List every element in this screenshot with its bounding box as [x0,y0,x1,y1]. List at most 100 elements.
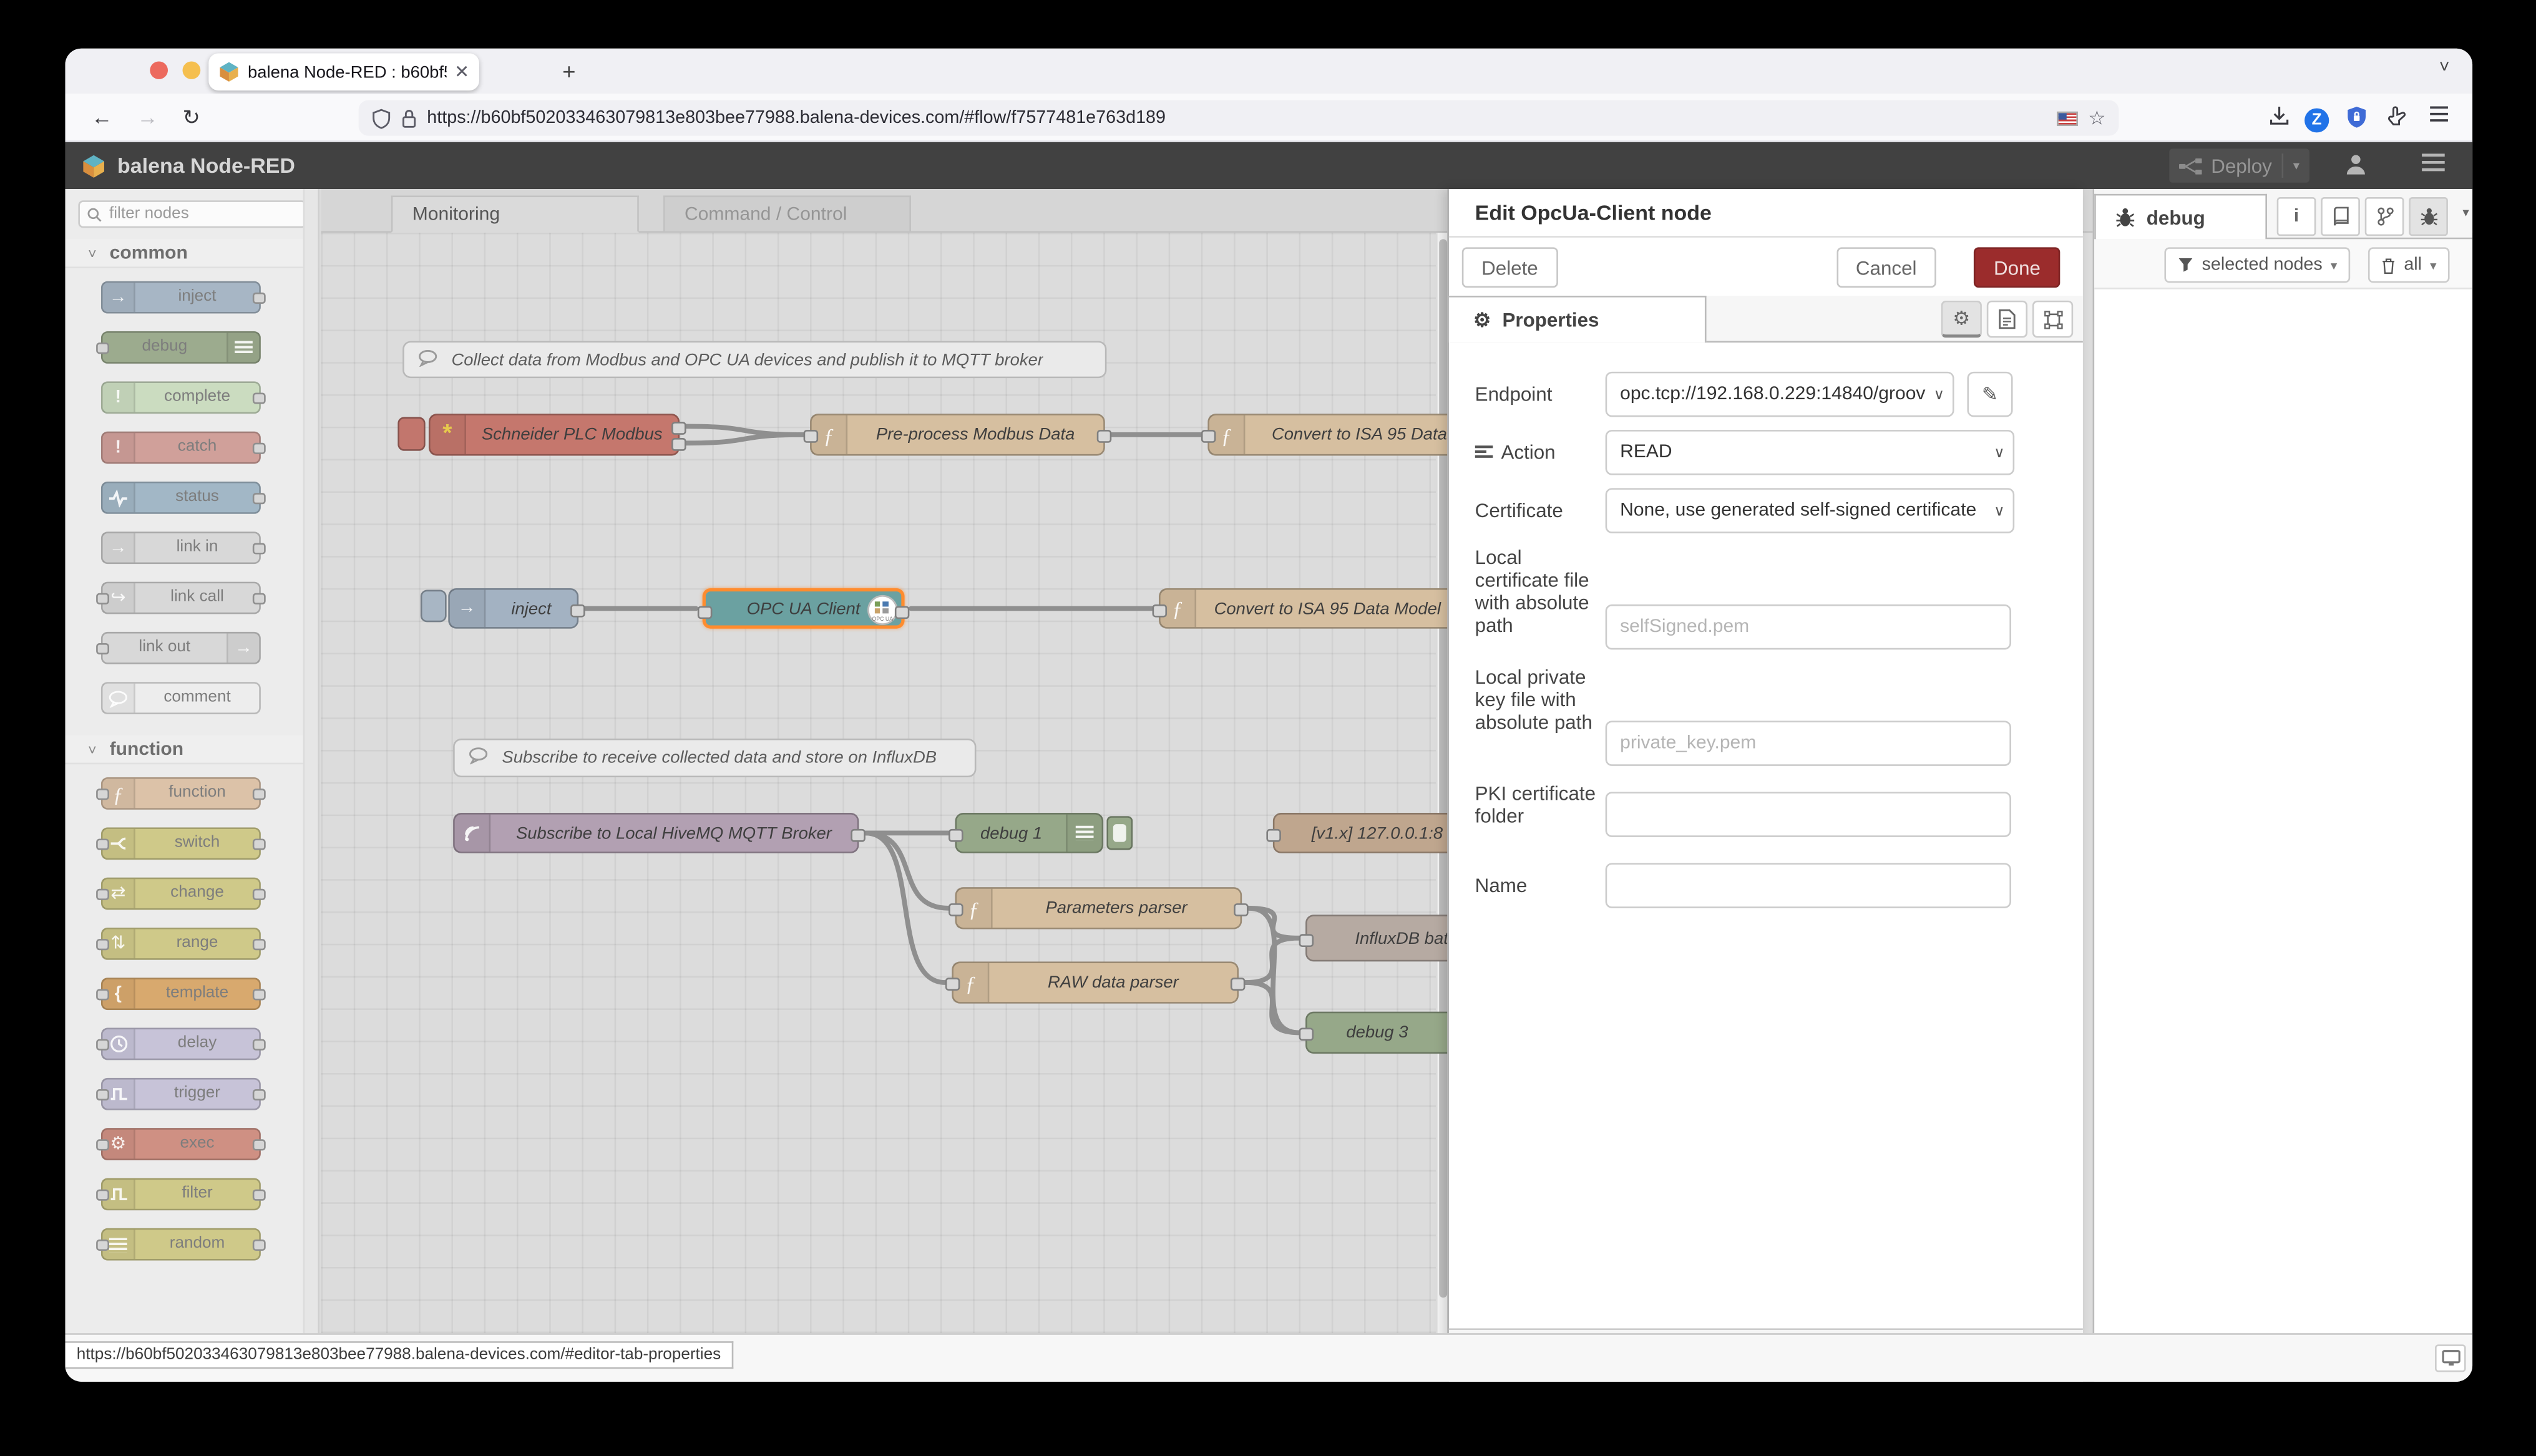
palette-filter[interactable]: filter nodes [78,200,307,228]
name-input[interactable] [1605,863,2011,908]
config-nodes-tab-button[interactable] [2364,197,2404,236]
palette-item-trigger[interactable]: trigger [96,1077,266,1110]
input-port[interactable] [1299,1027,1314,1041]
endpoint-select[interactable]: opc.tcp://192.168.0.229:14840/groov ∨ [1605,371,1954,417]
palette-item-function[interactable]: ƒ function [96,777,266,810]
flow-node-debug-3[interactable]: debug 3 [1299,1011,1449,1054]
input-port[interactable] [949,828,963,842]
flow-node-parameters-parser[interactable]: ƒ Parameters parser [949,887,1249,929]
delete-button[interactable]: Delete [1461,247,1558,288]
flow-node-subscribe-hivemq-broker[interactable]: Subscribe to Local HiveMQ MQTT Broker [453,813,866,853]
tab-command-control[interactable]: Command / Control [663,195,911,233]
palette-item-random[interactable]: random [96,1228,266,1261]
flow-node-influxdb-batch[interactable]: InfluxDB bat [1299,915,1449,962]
shield-icon[interactable] [371,107,391,129]
palette-item-delay[interactable]: delay [96,1027,266,1060]
flow-node-debug-1[interactable]: debug 1 [949,813,1104,853]
lock-icon[interactable] [401,107,417,129]
tab-list-chevron-icon[interactable]: ˅ [2439,58,2450,77]
description-view-button[interactable] [1986,300,2028,338]
flow-node-preprocess-modbus-data[interactable]: ƒ Pre-process Modbus Data [803,414,1112,456]
local-cert-input[interactable] [1605,604,2011,650]
output-port[interactable] [671,421,686,435]
deploy-chevron-icon[interactable]: ▾ [2293,158,2299,173]
back-button[interactable]: ← [91,105,112,129]
output-port[interactable] [1096,430,1112,443]
output-port[interactable] [894,605,910,618]
action-select[interactable]: READ ∨ [1605,430,2015,475]
palette-item-filter[interactable]: filter [96,1178,266,1211]
palette-item-template[interactable]: {template [96,978,266,1011]
palette-scrollbar[interactable] [303,189,318,1335]
url-bar[interactable]: https://b60bf502033463079813e803bee77988… [358,100,2119,136]
input-port[interactable] [1201,430,1216,443]
input-port[interactable] [1299,933,1314,946]
macos-close-button[interactable] [150,61,168,79]
flow-node-inject[interactable]: → inject [448,588,585,629]
palette-item-link-out[interactable]: link out → [96,631,261,664]
downloads-icon[interactable] [2269,105,2290,126]
properties-view-button[interactable]: ⚙ [1941,300,1982,338]
palette-item-switch[interactable]: switch [96,827,266,860]
flow-node-comment-collect[interactable]: Collect data from Modbus and OPC UA devi… [402,341,1107,379]
browser-tab[interactable]: balena Node-RED : b60bf5020 ✕ [208,53,479,91]
private-key-input[interactable] [1605,721,2011,766]
flow-node-modbus-status-box[interactable] [397,417,426,451]
flow-node-opc-ua-client[interactable]: OPC UA Client OPC UA [697,588,910,629]
input-port[interactable] [1152,603,1168,617]
edit-endpoint-button[interactable]: ✎ [1967,371,2013,417]
forward-button[interactable]: → [137,105,158,129]
tab-properties[interactable]: ⚙ Properties [1448,296,1707,343]
output-port[interactable] [671,438,686,452]
palette-item-link-call[interactable]: ↪ link call [96,581,266,614]
info-tab-button[interactable]: i [2276,197,2316,236]
output-port[interactable] [570,603,585,617]
input-port[interactable] [697,605,713,618]
flow-canvas[interactable]: Collect data from Modbus and OPC UA devi… [321,233,1449,1335]
input-port[interactable] [1266,828,1281,842]
macos-minimize-button[interactable] [182,61,201,79]
palette-item-debug[interactable]: debug [96,331,261,364]
certificate-select[interactable]: None, use generated self-signed certific… [1605,488,2015,533]
output-port[interactable] [1230,978,1246,991]
us-flag-icon[interactable] [2057,110,2079,125]
debug-filter-button[interactable]: selected nodes ▾ [2164,247,2351,283]
pki-folder-input[interactable] [1605,792,2011,837]
palette-item-inject[interactable]: → inject [100,281,266,314]
output-port[interactable] [851,828,866,842]
user-icon[interactable] [2344,152,2368,177]
flow-node-schneider-plc-modbus[interactable]: * Schneider PLC Modbus [428,414,686,456]
debug-enable-toggle[interactable] [1106,816,1133,850]
palette-item-exec[interactable]: ⚙ exec [96,1128,266,1160]
palette-item-change[interactable]: ⇄ change [96,877,266,910]
bookmark-star-icon[interactable]: ☆ [2088,107,2105,129]
palette-item-catch[interactable]: ! catch [100,431,266,464]
tab-debug[interactable]: debug [2094,193,2268,240]
flow-node-comment-subscribe[interactable]: Subscribe to receive collected data and … [453,738,977,778]
input-port[interactable] [949,903,963,916]
palette-item-link-in[interactable]: → link in [100,531,266,565]
deploy-button[interactable]: Deploy ▾ [2168,148,2309,183]
appearance-view-button[interactable] [2032,300,2074,338]
output-port[interactable] [1234,903,1249,916]
flow-node-raw-data-parser[interactable]: ƒ RAW data parser [945,961,1246,1004]
debug-tab-button[interactable] [2409,197,2448,236]
debug-clear-button[interactable]: all ▾ [2368,247,2450,283]
flow-node-inject-status-box[interactable] [420,590,447,623]
flow-node-convert-isa95-data-1[interactable]: ƒ Convert to ISA 95 Data I [1201,414,1449,456]
menu-hamburger-icon[interactable] [2429,105,2450,122]
device-view-button[interactable] [2435,1344,2466,1372]
tab-close-icon[interactable]: ✕ [454,61,469,82]
palette-item-complete[interactable]: ! complete [100,381,266,414]
palette-item-status[interactable]: status [100,481,266,514]
extension-z-icon[interactable]: Z [2304,105,2329,133]
main-menu-icon[interactable] [2421,152,2447,173]
input-port[interactable] [803,430,819,443]
help-tab-button[interactable] [2321,197,2360,236]
cancel-button[interactable]: Cancel [1836,247,1936,288]
palette-category-common[interactable]: ˅ common [65,239,318,269]
palette-item-range[interactable]: ⇅ range [96,927,266,960]
extension-password-icon[interactable] [2345,105,2368,129]
reload-button[interactable]: ↻ [183,105,200,130]
flow-node-mqtt-v1-127-0-0-1[interactable]: [v1.x] 127.0.0.1:8 [1266,813,1449,853]
